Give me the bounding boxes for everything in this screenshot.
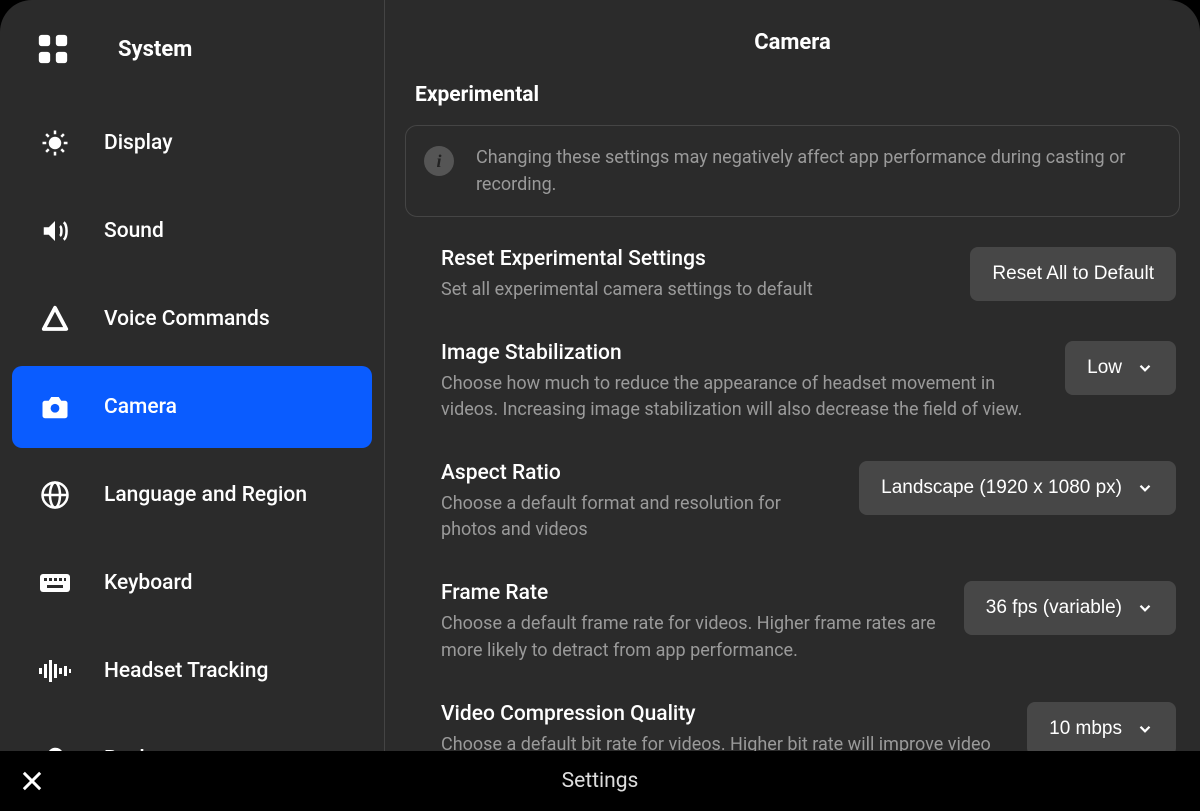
- button-label: Reset All to Default: [992, 263, 1154, 285]
- sidebar-item-camera[interactable]: Camera: [12, 366, 372, 448]
- sidebar-item-label: Headset Tracking: [104, 659, 268, 683]
- setting-image-stabilization: Image Stabilization Choose how much to r…: [405, 311, 1180, 431]
- info-banner: i Changing these settings may negatively…: [405, 125, 1180, 217]
- setting-title: Frame Rate: [441, 581, 944, 611]
- sidebar: System Display Sound Voice Commands: [0, 0, 385, 751]
- frame-rate-select[interactable]: 36 fps (variable): [964, 581, 1176, 635]
- sidebar-item-label: Sound: [104, 219, 164, 243]
- image-stabilization-select[interactable]: Low: [1065, 341, 1176, 395]
- setting-title: Image Stabilization: [441, 341, 1045, 371]
- sidebar-item-backup[interactable]: Backup: [12, 718, 372, 751]
- sidebar-item-sound[interactable]: Sound: [12, 190, 372, 272]
- chevron-down-icon: [1136, 599, 1154, 617]
- camera-icon: [38, 390, 72, 424]
- close-button[interactable]: [14, 763, 50, 799]
- sidebar-title: System: [118, 37, 192, 62]
- select-value: Low: [1087, 357, 1122, 379]
- sidebar-item-label: Camera: [104, 395, 177, 419]
- chevron-down-icon: [1136, 359, 1154, 377]
- chevron-down-icon: [1136, 479, 1154, 497]
- cloud-icon: [38, 742, 72, 751]
- setting-desc: Choose a default format and resolution f…: [441, 491, 839, 543]
- setting-title: Video Compression Quality: [441, 702, 1007, 732]
- setting-title: Reset Experimental Settings: [441, 247, 950, 277]
- sidebar-item-label: Voice Commands: [104, 307, 270, 331]
- aspect-ratio-select[interactable]: Landscape (1920 x 1080 px): [859, 461, 1176, 515]
- sidebar-item-keyboard[interactable]: Keyboard: [12, 542, 372, 624]
- sidebar-item-voice-commands[interactable]: Voice Commands: [12, 278, 372, 360]
- main-panel: Camera Experimental i Changing these set…: [385, 0, 1200, 751]
- setting-desc: Choose how much to reduce the appearance…: [441, 371, 1045, 423]
- sidebar-header: System: [0, 32, 384, 102]
- sidebar-item-label: Display: [104, 131, 172, 155]
- bottom-bar-title: Settings: [562, 769, 639, 793]
- reset-default-button[interactable]: Reset All to Default: [970, 247, 1176, 301]
- setting-title: Aspect Ratio: [441, 461, 839, 491]
- setting-reset: Reset Experimental Settings Set all expe…: [405, 217, 1180, 311]
- setting-desc: Choose a default bit rate for videos. Hi…: [441, 732, 1007, 751]
- setting-frame-rate: Frame Rate Choose a default frame rate f…: [405, 551, 1180, 671]
- tracking-icon: [38, 654, 72, 688]
- setting-video-compression: Video Compression Quality Choose a defau…: [405, 672, 1180, 751]
- bottom-bar: Settings: [0, 751, 1200, 811]
- sun-icon: [38, 126, 72, 160]
- setting-desc: Set all experimental camera settings to …: [441, 277, 950, 303]
- info-text: Changing these settings may negatively a…: [476, 144, 1157, 198]
- setting-desc: Choose a default frame rate for videos. …: [441, 611, 944, 663]
- select-value: Landscape (1920 x 1080 px): [881, 477, 1122, 499]
- select-value: 36 fps (variable): [986, 597, 1122, 619]
- sidebar-item-display[interactable]: Display: [12, 102, 372, 184]
- keyboard-icon: [38, 566, 72, 600]
- close-icon: [18, 767, 46, 795]
- page-title: Camera: [385, 0, 1200, 75]
- sidebar-item-headset-tracking[interactable]: Headset Tracking: [12, 630, 372, 712]
- grid-icon[interactable]: [36, 32, 70, 66]
- triangle-icon: [38, 302, 72, 336]
- info-icon: i: [424, 146, 454, 176]
- setting-aspect-ratio: Aspect Ratio Choose a default format and…: [405, 431, 1180, 551]
- sidebar-item-label: Language and Region: [104, 483, 307, 507]
- sidebar-item-label: Keyboard: [104, 571, 193, 595]
- compression-select[interactable]: 10 mbps: [1027, 702, 1176, 751]
- speaker-icon: [38, 214, 72, 248]
- globe-icon: [38, 478, 72, 512]
- sidebar-item-language-region[interactable]: Language and Region: [12, 454, 372, 536]
- chevron-down-icon: [1136, 720, 1154, 738]
- section-title: Experimental: [385, 75, 1200, 125]
- select-value: 10 mbps: [1049, 718, 1122, 740]
